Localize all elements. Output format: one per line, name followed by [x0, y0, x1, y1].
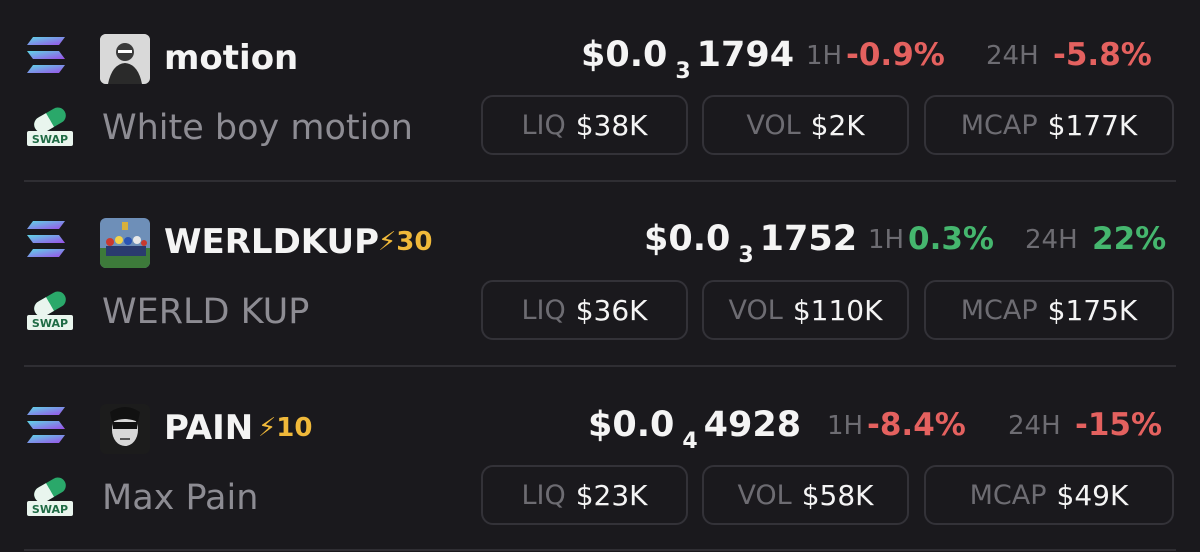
row-divider: [24, 365, 1176, 367]
change-1h-label: 1H: [806, 41, 843, 71]
market-cap-value: $49K: [1056, 478, 1129, 512]
solana-icon: [27, 37, 65, 73]
solana-icon: [27, 407, 65, 443]
swap-badge-text: SWAP: [32, 317, 68, 330]
volume-label: VOL: [746, 109, 801, 141]
boost-badge: ⚡10: [258, 413, 313, 443]
volume-value: $58K: [801, 478, 874, 512]
market-cap-label: MCAP: [960, 109, 1038, 141]
row-divider: [24, 549, 1176, 551]
volume-stat[interactable]: VOL $58K: [702, 465, 909, 525]
swap-icon: SWAP: [27, 477, 73, 516]
token-symbol: motion: [164, 38, 299, 78]
volume-value: $110K: [792, 293, 883, 327]
change-1h-value: -8.4%: [867, 407, 966, 443]
avatar: [100, 218, 150, 268]
change-24h-value: -15%: [1075, 407, 1163, 443]
volume-label: VOL: [737, 479, 792, 511]
change-24h-label: 24H: [1025, 225, 1078, 255]
price-zero-count: 3: [675, 59, 691, 84]
swap-icon: SWAP: [27, 107, 73, 146]
price-zero-count: 4: [682, 429, 698, 454]
token-name: White boy motion: [102, 108, 413, 148]
row-divider: [24, 180, 1176, 182]
token-name: Max Pain: [102, 478, 259, 518]
liquidity-value: $38K: [575, 108, 648, 142]
change-1h-label: 1H: [868, 225, 905, 255]
liquidity-stat[interactable]: LIQ $38K: [481, 95, 688, 155]
volume-value: $2K: [810, 108, 865, 142]
market-cap-value: $175K: [1047, 293, 1138, 327]
avatar: [100, 404, 150, 454]
token-row[interactable]: motion $0.0 3 1794 1H -0.9% 24H -5.8% SWAP…: [0, 0, 1200, 184]
token-symbol: PAIN: [164, 408, 254, 448]
liquidity-value: $36K: [575, 293, 648, 327]
liquidity-label: LIQ: [521, 294, 566, 326]
avatar-pain: [100, 404, 150, 454]
change-1h-value: 0.3%: [908, 221, 994, 257]
avatar: [100, 34, 150, 84]
token-row[interactable]: PAIN ⚡10 $0.0 4 4928 1H -8.4% 24H -15% SWA…: [0, 368, 1200, 552]
change-24h-label: 24H: [986, 41, 1039, 71]
market-cap-label: MCAP: [960, 294, 1038, 326]
price-zero-count: 3: [738, 243, 754, 268]
liquidity-stat[interactable]: LIQ $36K: [481, 280, 688, 340]
avatar-motion: [100, 34, 150, 84]
liquidity-label: LIQ: [521, 479, 566, 511]
market-cap-stat[interactable]: MCAP $49K: [924, 465, 1174, 525]
liquidity-label: LIQ: [521, 109, 566, 141]
market-cap-stat[interactable]: MCAP $175K: [924, 280, 1174, 340]
token-name: WERLD KUP: [102, 292, 310, 332]
liquidity-stat[interactable]: LIQ $23K: [481, 465, 688, 525]
token-price: $0.0 3 1752: [644, 219, 858, 268]
swap-badge-text: SWAP: [32, 503, 68, 516]
change-24h-value: 22%: [1092, 221, 1167, 257]
change-24h-label: 24H: [1008, 411, 1061, 441]
solana-icon: [27, 221, 65, 257]
token-price: $0.0 3 1794: [581, 35, 795, 84]
boost-badge: ⚡30: [378, 227, 433, 257]
change-1h-label: 1H: [827, 411, 864, 441]
swap-badge-text: SWAP: [32, 133, 68, 146]
token-symbol: WERLDKUP: [164, 222, 380, 262]
swap-icon: SWAP: [27, 291, 73, 330]
token-price: $0.0 4 4928: [588, 405, 802, 454]
market-cap-stat[interactable]: MCAP $177K: [924, 95, 1174, 155]
token-row[interactable]: WERLDKUP ⚡30 $0.0 3 1752 1H 0.3% 24H 22% S…: [0, 184, 1200, 368]
volume-stat[interactable]: VOL $2K: [702, 95, 909, 155]
avatar-werldkup: [100, 218, 150, 268]
liquidity-value: $23K: [575, 478, 648, 512]
change-24h-value: -5.8%: [1053, 37, 1152, 73]
volume-label: VOL: [728, 294, 783, 326]
change-1h-value: -0.9%: [846, 37, 945, 73]
volume-stat[interactable]: VOL $110K: [702, 280, 909, 340]
market-cap-label: MCAP: [969, 479, 1047, 511]
market-cap-value: $177K: [1047, 108, 1138, 142]
